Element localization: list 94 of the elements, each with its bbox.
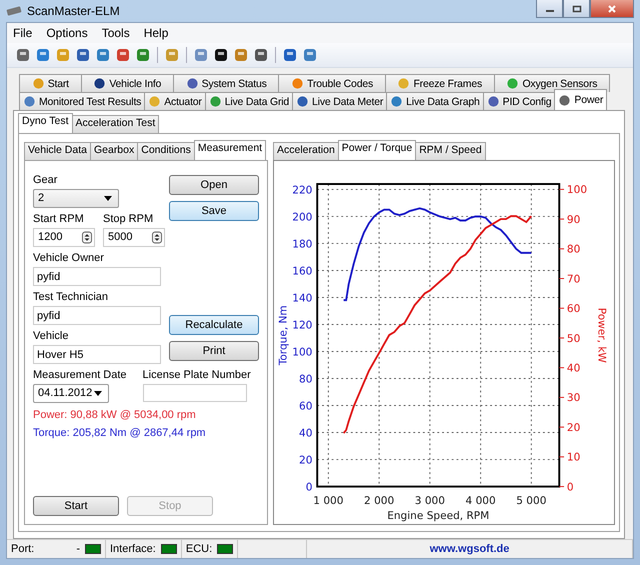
field-label: Vehicle bbox=[33, 330, 70, 342]
axis-tick-label: 40 bbox=[299, 427, 312, 440]
field-label: Start RPM bbox=[33, 213, 85, 225]
tab[interactable]: Measurement bbox=[194, 140, 266, 160]
tab[interactable]: Power bbox=[554, 89, 608, 110]
start-rpm-spinner[interactable]: 1200 bbox=[33, 228, 95, 247]
tab[interactable]: Gearbox bbox=[90, 142, 138, 160]
axis-tick-label: 20 bbox=[566, 422, 580, 434]
axis-tick-label: 1 000 bbox=[313, 494, 344, 507]
spinner-arrows-icon bbox=[152, 231, 162, 244]
tab[interactable]: Trouble Codes bbox=[278, 74, 386, 92]
field-label: Test Technician bbox=[33, 291, 110, 303]
status-label: Port: bbox=[11, 543, 34, 555]
minimize-button[interactable] bbox=[536, 0, 563, 18]
spinner-arrows-icon bbox=[82, 231, 92, 244]
field-label: Stop RPM bbox=[103, 213, 154, 225]
menu-item[interactable]: Help bbox=[144, 26, 168, 40]
tab[interactable]: Vehicle Data bbox=[24, 142, 91, 160]
caret-icon bbox=[104, 196, 112, 201]
axis-tick-label: 40 bbox=[566, 362, 580, 375]
tab[interactable]: Conditions bbox=[137, 142, 195, 160]
axis-tick-label: 200 bbox=[292, 211, 312, 224]
axis-tick-label: 10 bbox=[566, 452, 580, 464]
axis-tick-label: 80 bbox=[299, 373, 312, 386]
tab[interactable]: Acceleration Test bbox=[72, 115, 160, 133]
axis-tick-label: 60 bbox=[566, 303, 580, 316]
field-label: Vehicle Owner bbox=[33, 252, 105, 264]
start-button[interactable]: Start bbox=[33, 496, 119, 516]
axis-tick-label: 0 bbox=[566, 481, 574, 494]
status-value: - bbox=[76, 543, 80, 555]
axis-tick-label: 100 bbox=[292, 346, 312, 358]
status-label: Interface: bbox=[110, 543, 156, 555]
axis-tick-label: 90 bbox=[566, 214, 580, 226]
button[interactable]: Open bbox=[169, 175, 259, 195]
tab[interactable]: Start bbox=[19, 74, 82, 92]
axis-tick-label: 0 bbox=[306, 481, 312, 494]
input-field[interactable]: pyfid bbox=[33, 306, 161, 325]
website-link[interactable]: www.wgsoft.de bbox=[430, 543, 510, 555]
menu-item[interactable]: Tools bbox=[102, 26, 130, 40]
axis-tick-label: 2 000 bbox=[364, 494, 394, 507]
tab[interactable]: Acceleration bbox=[273, 142, 339, 160]
button[interactable]: Recalculate bbox=[169, 315, 259, 335]
maximize-button[interactable] bbox=[563, 0, 590, 18]
date-picker[interactable]: 04.11.2012 bbox=[33, 384, 109, 403]
tab[interactable]: Live Data Grid bbox=[204, 92, 294, 110]
tab[interactable]: Monitored Test Results bbox=[19, 92, 146, 110]
axis-tick-label: 220 bbox=[292, 184, 312, 196]
field-label: Gear bbox=[33, 174, 58, 186]
tab[interactable]: Live Data Meter bbox=[292, 92, 388, 110]
tab[interactable]: RPM / Speed bbox=[415, 142, 486, 160]
maximize-icon bbox=[572, 4, 582, 12]
axis-tick-label: 160 bbox=[292, 265, 312, 278]
gear-dropdown[interactable]: 2 bbox=[33, 189, 119, 208]
field-label: License Plate Number bbox=[142, 369, 251, 381]
result-text: Power: 90,88 kW @ 5034,00 rpm bbox=[33, 409, 197, 421]
axis-tick-label: 3 000 bbox=[414, 494, 445, 507]
window-title: ScanMaster-ELM bbox=[27, 4, 120, 18]
axis-tick-label: 4 000 bbox=[466, 494, 496, 507]
tab[interactable]: PID Config bbox=[482, 92, 556, 110]
input-field[interactable]: Hover H5 bbox=[33, 345, 161, 364]
axis-tick-label: 70 bbox=[566, 273, 580, 286]
axis-tick-label: 60 bbox=[299, 400, 312, 412]
tab[interactable]: Oxygen Sensors bbox=[494, 74, 610, 92]
status-label: ECU: bbox=[186, 543, 212, 555]
axis-tick-label: 120 bbox=[292, 319, 312, 332]
tab[interactable]: Actuator bbox=[144, 92, 206, 110]
axis-tick-label: 80 bbox=[566, 244, 580, 256]
result-text: Torque: 205,82 Nm @ 2867,44 rpm bbox=[33, 427, 207, 439]
close-button[interactable] bbox=[590, 0, 634, 18]
field-label: Measurement Date bbox=[33, 369, 127, 381]
axis-tick-label: 5 000 bbox=[516, 494, 546, 507]
input-field[interactable] bbox=[142, 384, 247, 402]
menu-item[interactable]: File bbox=[13, 26, 32, 40]
axis-tick-label: 30 bbox=[566, 392, 580, 404]
axis-tick-label: 50 bbox=[566, 332, 580, 345]
close-icon bbox=[607, 4, 617, 12]
axis-title: Torque, Nm bbox=[277, 305, 290, 366]
input-field[interactable]: pyfid bbox=[33, 267, 161, 286]
axis-title: Engine Speed, RPM bbox=[387, 510, 490, 522]
tab[interactable]: Freeze Frames bbox=[384, 74, 495, 92]
axis-tick-label: 20 bbox=[299, 454, 312, 466]
axis-title: Power, kW bbox=[596, 308, 608, 363]
tab[interactable]: Dyno Test bbox=[18, 113, 72, 133]
tab[interactable]: System Status bbox=[172, 74, 280, 92]
caret-icon bbox=[94, 391, 102, 396]
stop-rpm-spinner[interactable]: 5000 bbox=[103, 228, 165, 247]
button[interactable]: Save bbox=[169, 201, 259, 221]
menu-item[interactable]: Options bbox=[46, 26, 88, 40]
button[interactable]: Print bbox=[169, 341, 259, 361]
axis-tick-label: 180 bbox=[292, 238, 312, 250]
tab[interactable]: Live Data Graph bbox=[386, 92, 484, 110]
axis-tick-label: 140 bbox=[292, 292, 312, 304]
axis-tick-label: 100 bbox=[566, 184, 588, 196]
tab[interactable]: Vehicle Info bbox=[80, 74, 174, 92]
